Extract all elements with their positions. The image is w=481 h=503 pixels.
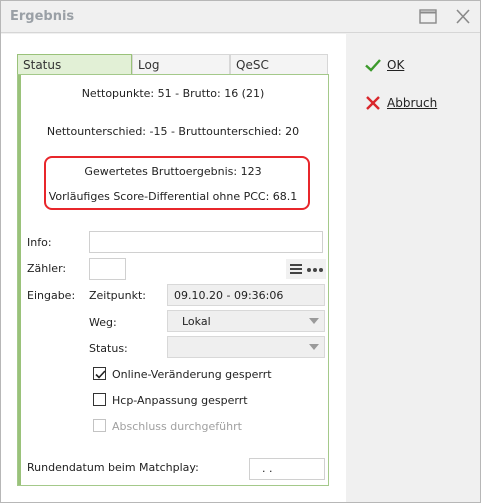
tab-bar: Status Log QeSC (17, 54, 329, 75)
checkmark-icon (365, 59, 381, 72)
window-title: Ergebnis (10, 9, 75, 24)
hcp-lock-checkbox[interactable] (93, 393, 106, 406)
info-field[interactable] (89, 231, 323, 253)
counter-field[interactable] (89, 258, 126, 280)
timestamp-label: Zeitpunkt: (89, 289, 146, 302)
channel-label: Weg: (89, 316, 117, 329)
input-label: Eingabe: (27, 289, 76, 302)
ok-label: OK (387, 58, 405, 72)
close-button[interactable] (452, 7, 474, 27)
maximize-icon (419, 9, 437, 24)
completion-checkbox (93, 419, 106, 432)
hcp-lock-label: Hcp-Anpassung gesperrt (112, 394, 248, 407)
counter-label: Zähler: (27, 262, 67, 275)
ok-button[interactable]: OK (364, 55, 404, 75)
info-label: Info: (27, 236, 52, 249)
gross-result: Gewertetes Bruttoergebnis: 123 (84, 165, 262, 178)
tab-log[interactable]: Log (132, 54, 230, 75)
menu-icon (290, 264, 302, 274)
cancel-label: Abbruch (387, 96, 438, 110)
close-icon (456, 9, 470, 24)
title-bar: Ergebnis (1, 1, 480, 33)
online-lock-label: Online-Veränderung gesperrt (112, 368, 272, 381)
difference-summary: Nettounterschied: -15 - Bruttounterschie… (46, 125, 300, 138)
checkmark-icon (95, 370, 106, 379)
cross-icon (366, 96, 380, 110)
chevron-down-icon (304, 337, 324, 357)
score-differential: Vorläufiges Score-Differential ohne PCC:… (48, 190, 298, 203)
maximize-button[interactable] (417, 7, 439, 27)
status-label: Status: (89, 342, 128, 355)
status-select[interactable] (167, 336, 325, 358)
round-date-field[interactable]: . . (249, 458, 325, 480)
timestamp-field: 09.10.20 - 09:36:06 (167, 284, 325, 306)
cancel-button[interactable]: Abbruch (364, 93, 437, 113)
online-lock-checkbox[interactable] (93, 367, 106, 380)
chevron-down-icon (304, 311, 324, 331)
completion-label: Abschluss durchgeführt (112, 420, 242, 433)
tab-status[interactable]: Status (17, 54, 132, 75)
channel-select[interactable]: Lokal (167, 310, 325, 332)
options-menu-button[interactable] (286, 259, 326, 279)
round-date-label: Rundendatum beim Matchplay: (27, 461, 199, 474)
tab-qesc[interactable]: QeSC (230, 54, 328, 75)
more-dots-icon (307, 268, 323, 272)
score-summary: Nettopunkte: 51 - Brutto: 16 (21) (81, 87, 265, 100)
